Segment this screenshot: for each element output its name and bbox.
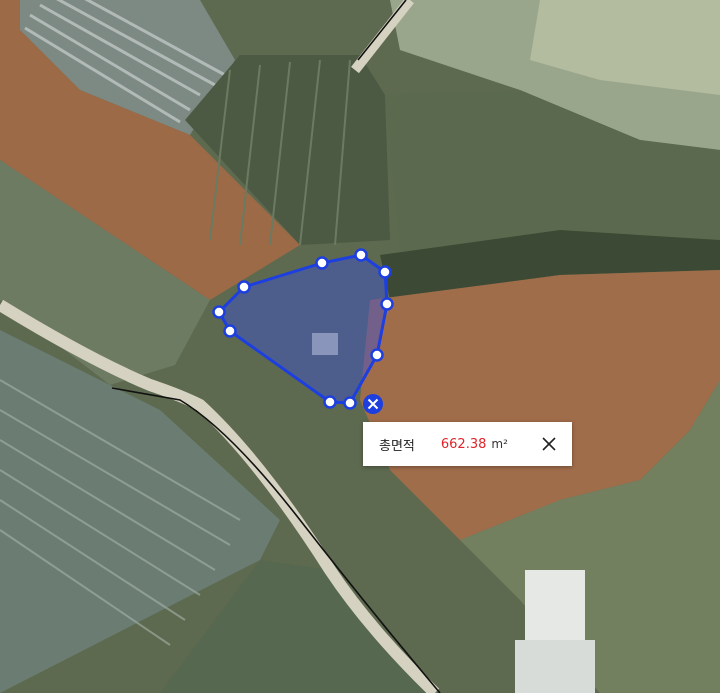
total-area-value: 662.38 [440, 436, 487, 452]
vertex-handle[interactable] [237, 280, 251, 294]
vertex-handle[interactable] [354, 248, 368, 262]
vertex-handle[interactable] [323, 395, 337, 409]
building-2 [515, 640, 595, 693]
vertex-handle[interactable] [370, 348, 384, 362]
close-icon[interactable] [536, 431, 562, 457]
building [525, 570, 585, 640]
vertex-handle[interactable] [212, 305, 226, 319]
delete-x-icon[interactable] [363, 394, 383, 414]
ground-marker [312, 333, 338, 355]
satellite-map[interactable] [0, 0, 720, 693]
area-unit: m² [491, 437, 508, 451]
vertex-handle[interactable] [380, 297, 394, 311]
vertex-handle[interactable] [343, 396, 357, 410]
vertex-handle[interactable] [315, 256, 329, 270]
area-measurement-popup: 총면적 662.38 m² [363, 422, 572, 466]
vertex-handle[interactable] [223, 324, 237, 338]
vertex-handle[interactable] [378, 265, 392, 279]
total-area-label: 총면적 [379, 438, 415, 454]
